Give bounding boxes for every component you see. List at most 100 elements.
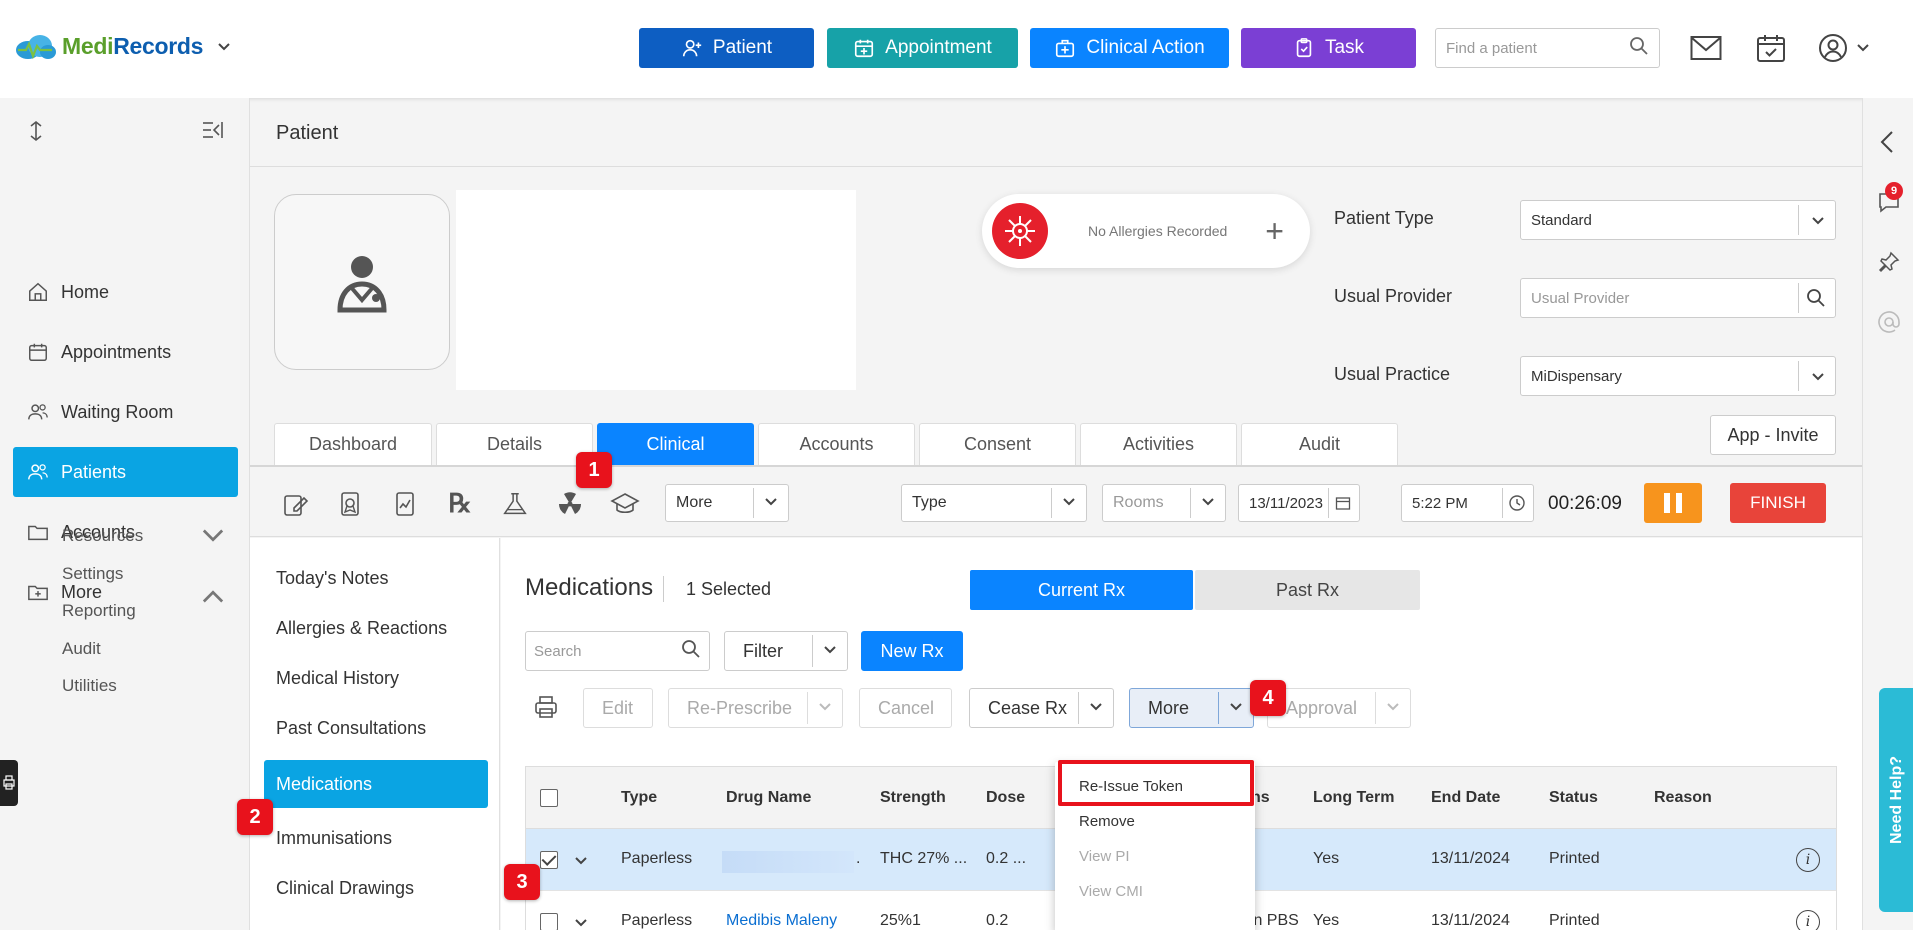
- usual-practice-select[interactable]: MiDispensary: [1520, 356, 1836, 396]
- chart-report-icon[interactable]: [390, 489, 420, 519]
- calendar-check-icon[interactable]: [1753, 30, 1789, 66]
- new-task-button[interactable]: Task: [1241, 28, 1416, 68]
- clinical-menu-allergies[interactable]: Allergies & Reactions: [264, 604, 488, 652]
- find-patient-search[interactable]: [1435, 28, 1660, 68]
- pause-button[interactable]: [1644, 483, 1702, 523]
- chevron-down-icon: [1857, 44, 1869, 52]
- lab-flask-icon[interactable]: [500, 489, 530, 519]
- user-menu[interactable]: [1818, 30, 1878, 66]
- tab-clinical[interactable]: Clinical: [597, 423, 754, 465]
- finish-button[interactable]: FINISH: [1730, 483, 1826, 523]
- usual-provider-input[interactable]: Usual Provider: [1520, 278, 1836, 318]
- mail-icon[interactable]: [1688, 30, 1724, 66]
- patient-photo[interactable]: [274, 194, 450, 370]
- tab-dashboard[interactable]: Dashboard: [274, 423, 432, 465]
- tab-details[interactable]: Details: [436, 423, 593, 465]
- edit-button[interactable]: Edit: [583, 688, 653, 728]
- sidebar-item-patients[interactable]: Patients: [13, 447, 238, 497]
- drug-name-link[interactable]: Medibis Maleny: [726, 912, 837, 930]
- clinical-menu-clinical-drawings[interactable]: Clinical Drawings: [264, 864, 488, 912]
- col-drug-name[interactable]: Drug Name: [726, 789, 811, 807]
- sidebar-sub-audit[interactable]: Audit: [62, 639, 101, 659]
- need-help-tab[interactable]: Need Help?: [1879, 688, 1913, 912]
- chevron-down-icon[interactable]: [217, 39, 231, 55]
- tab-audit[interactable]: Audit: [1241, 423, 1398, 465]
- col-status[interactable]: Status: [1549, 789, 1598, 807]
- col-type[interactable]: Type: [621, 789, 657, 807]
- clinical-menu-todays-notes[interactable]: Today's Notes: [264, 554, 488, 602]
- clinical-menu-immunisations[interactable]: Immunisations: [264, 814, 488, 862]
- represcribe-button[interactable]: Re-Prescribe: [668, 688, 843, 728]
- sidebar-sub-settings[interactable]: Settings: [62, 564, 123, 584]
- tab-consent[interactable]: Consent: [919, 423, 1076, 465]
- sidebar-item-home[interactable]: Home: [13, 267, 238, 317]
- pin-icon[interactable]: [1877, 250, 1901, 279]
- expand-vertical-icon[interactable]: [28, 120, 44, 147]
- search-icon[interactable]: [1629, 36, 1649, 61]
- new-rx-button[interactable]: New Rx: [861, 631, 963, 671]
- cease-rx-button[interactable]: Cease Rx: [969, 688, 1114, 728]
- print-icon[interactable]: [533, 694, 559, 725]
- sidebar-sub-utilities[interactable]: Utilities: [62, 676, 117, 696]
- patient-type-select[interactable]: Standard: [1520, 200, 1836, 240]
- menu-item-remove[interactable]: Remove: [1079, 813, 1135, 830]
- usual-practice-label: Usual Practice: [1334, 364, 1451, 384]
- cancel-rx-button[interactable]: Cancel: [859, 688, 952, 728]
- printer-side-tab[interactable]: [0, 760, 18, 806]
- find-patient-input[interactable]: [1446, 39, 1626, 57]
- col-end-date[interactable]: End Date: [1431, 789, 1500, 807]
- certificate-icon[interactable]: [335, 489, 365, 519]
- chevron-down-icon[interactable]: [574, 856, 588, 866]
- past-rx-toggle[interactable]: Past Rx: [1195, 570, 1420, 610]
- medical-kit-icon: [1056, 39, 1075, 58]
- col-dose[interactable]: Dose: [986, 789, 1025, 807]
- current-rx-toggle[interactable]: Current Rx: [970, 570, 1193, 610]
- row-checkbox[interactable]: [540, 913, 558, 930]
- more-actions-button[interactable]: More: [1129, 688, 1254, 728]
- col-reason[interactable]: Reason: [1654, 789, 1712, 807]
- encounter-time-input[interactable]: 5:22 PM: [1401, 484, 1534, 522]
- app-invite-button[interactable]: App - Invite: [1710, 415, 1836, 455]
- at-mention-icon[interactable]: [1877, 310, 1901, 339]
- chevron-down-icon: [765, 498, 777, 506]
- encounter-date-input[interactable]: 13/11/2023: [1238, 484, 1360, 522]
- allergy-summary[interactable]: No Allergies Recorded +: [982, 194, 1310, 268]
- chevron-left-icon[interactable]: [1877, 130, 1899, 159]
- col-strength[interactable]: Strength: [880, 789, 946, 807]
- clinical-menu-medical-history[interactable]: Medical History: [264, 654, 488, 702]
- more-tools-select[interactable]: More: [665, 484, 789, 522]
- info-icon[interactable]: i: [1796, 848, 1820, 872]
- search-icon[interactable]: [681, 639, 701, 664]
- encounter-type-select[interactable]: Type: [901, 484, 1087, 522]
- filter-select[interactable]: Filter: [724, 631, 848, 671]
- sidebar-sub-reporting[interactable]: Reporting: [62, 601, 136, 621]
- patient-tabs: Dashboard Details Clinical Accounts Cons…: [274, 423, 1398, 465]
- new-appointment-button[interactable]: Appointment: [827, 28, 1018, 68]
- approval-button[interactable]: Approval: [1267, 688, 1411, 728]
- medication-search[interactable]: [525, 631, 710, 671]
- new-patient-button[interactable]: Patient: [639, 28, 814, 68]
- rooms-select[interactable]: Rooms: [1102, 484, 1226, 522]
- prescription-icon[interactable]: ℞: [445, 489, 475, 519]
- row-checkbox[interactable]: [540, 851, 558, 869]
- education-cap-icon[interactable]: [610, 489, 640, 519]
- info-icon[interactable]: i: [1796, 910, 1820, 930]
- tab-accounts[interactable]: Accounts: [758, 423, 915, 465]
- note-edit-icon[interactable]: [280, 489, 310, 519]
- sidebar-item-waiting-room[interactable]: Waiting Room: [13, 387, 238, 437]
- medication-search-input[interactable]: [534, 642, 674, 660]
- clinical-menu-medications[interactable]: Medications: [264, 760, 488, 808]
- sidebar-sub-resources[interactable]: Resources: [62, 526, 143, 546]
- select-all-checkbox[interactable]: [540, 789, 558, 807]
- add-allergy-icon[interactable]: +: [1265, 213, 1284, 250]
- collapse-sidebar-icon[interactable]: [201, 120, 223, 145]
- col-long-term[interactable]: Long Term: [1313, 789, 1394, 807]
- chevron-down-icon[interactable]: [574, 918, 588, 928]
- sidebar-item-appointments[interactable]: Appointments: [13, 327, 238, 377]
- app-logo[interactable]: MediRecords: [14, 33, 231, 60]
- clinical-action-button[interactable]: Clinical Action: [1030, 28, 1229, 68]
- radiation-icon[interactable]: [555, 489, 585, 519]
- calendar-icon: [1335, 497, 1351, 510]
- clinical-menu-past-consultations[interactable]: Past Consultations: [264, 704, 488, 752]
- tab-activities[interactable]: Activities: [1080, 423, 1237, 465]
